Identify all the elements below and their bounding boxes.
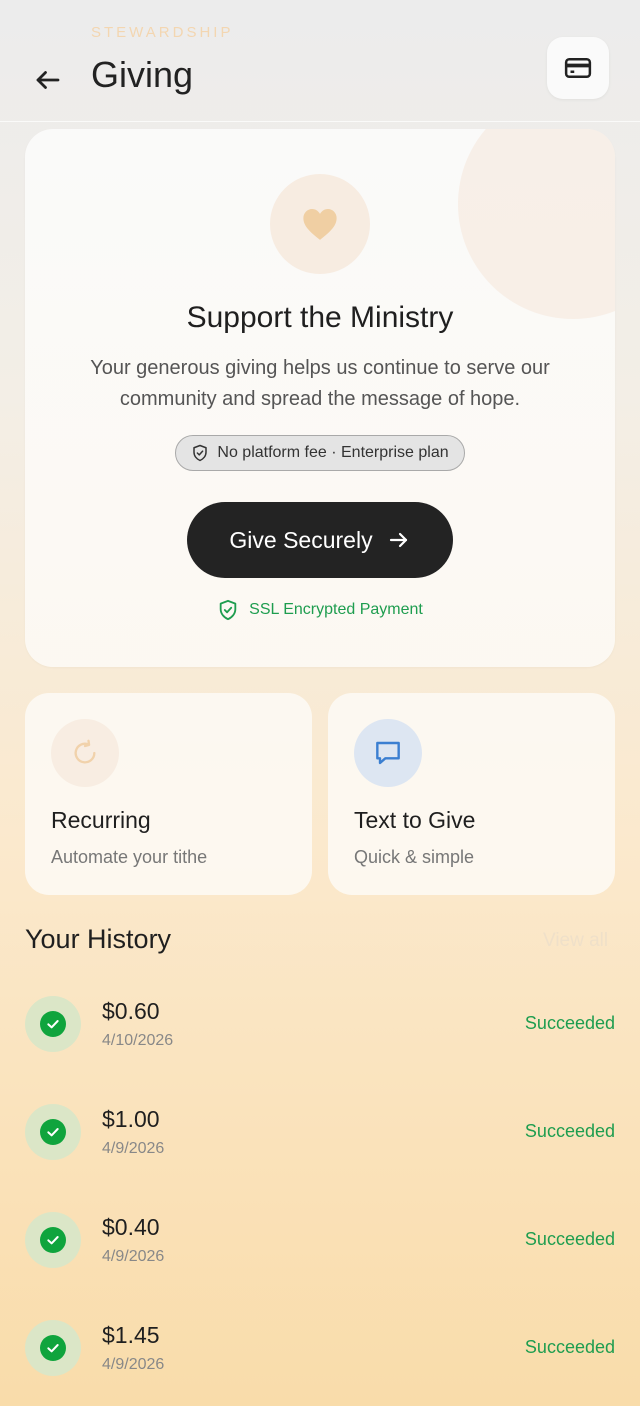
shield-check-icon [193,444,208,462]
app-header: STEWARDSHIP Giving [0,0,640,122]
success-badge [25,1104,81,1160]
arrow-right-icon [389,532,407,548]
credit-card-icon [564,58,592,78]
give-securely-button[interactable]: Give Securely [187,502,453,578]
history-date: 4/9/2026 [102,1356,165,1373]
support-card: Support the Ministry Your generous givin… [25,129,615,667]
page-title: Giving [91,54,194,95]
history-row[interactable]: $0.60 4/10/2026 Succeeded [25,996,615,1056]
recurring-title: Recurring [51,807,151,833]
support-title: Support the Ministry [186,301,454,334]
recurring-tile[interactable]: Recurring Automate your tithe [25,693,312,895]
no-fee-badge: No platform fee · Enterprise plan [175,435,465,471]
refresh-icon [74,739,96,764]
page-overline: STEWARDSHIP [91,24,234,41]
no-fee-text: No platform fee · Enterprise plan [217,444,449,461]
text-to-give-title: Text to Give [354,807,476,833]
heart-icon [303,208,337,240]
arrow-left-icon [36,71,60,89]
decorative-circle [458,129,615,319]
check-icon [47,1128,59,1137]
support-description: Your generous giving helps us continue t… [90,357,550,410]
history-date: 4/9/2026 [102,1248,165,1265]
history-title: Your History [25,924,172,954]
history-date: 4/10/2026 [102,1032,174,1049]
text-to-give-icon-badge [354,719,422,787]
history-row[interactable]: $0.40 4/9/2026 Succeeded [25,1212,615,1272]
history-status: Succeeded [524,1121,615,1141]
ssl-text: SSL Encrypted Payment [249,601,423,618]
recurring-icon-badge [51,719,119,787]
ssl-indicator: SSL Encrypted Payment [25,599,615,621]
history-status: Succeeded [524,1229,615,1249]
text-to-give-subtitle: Quick & simple [354,847,475,867]
recurring-subtitle: Automate your tithe [51,847,208,867]
check-icon [47,1020,59,1029]
history-date: 4/9/2026 [102,1140,165,1157]
chat-bubble-icon [376,741,400,765]
history-amount: $0.60 [102,998,160,1024]
history-status: Succeeded [524,1013,615,1033]
success-badge [25,1320,81,1376]
history-amount: $0.40 [102,1214,160,1240]
heart-badge [270,174,370,274]
success-badge [25,996,81,1052]
history-amount: $1.00 [102,1106,160,1132]
history-status: Succeeded [524,1337,615,1357]
payment-methods-button[interactable] [547,37,609,99]
history-row[interactable]: $1.45 4/9/2026 Succeeded [25,1320,615,1380]
shield-check-icon [219,599,237,621]
check-icon [47,1236,59,1245]
history-row[interactable]: $1.00 4/9/2026 Succeeded [25,1104,615,1164]
view-all-link[interactable]: View all [543,930,608,952]
check-icon [47,1344,59,1353]
text-to-give-tile[interactable]: Text to Give Quick & simple [328,693,615,895]
give-securely-label: Give Securely [229,526,373,553]
history-amount: $1.45 [102,1322,160,1348]
success-badge [25,1212,81,1268]
back-button[interactable] [26,58,70,102]
